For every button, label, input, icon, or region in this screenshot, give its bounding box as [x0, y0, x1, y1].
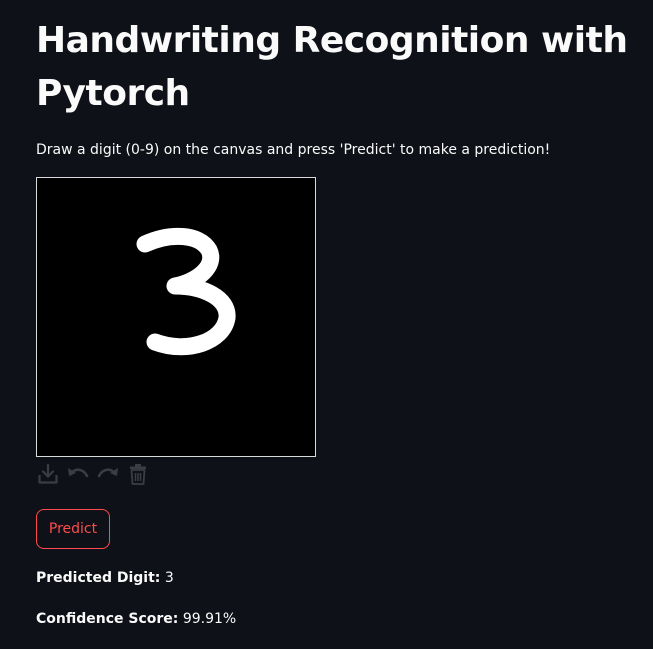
predicted-digit-line: Predicted Digit: 3 — [36, 568, 174, 588]
confidence-score-line: Confidence Score: 99.91% — [36, 609, 236, 629]
predicted-digit-label: Predicted Digit: — [36, 570, 161, 586]
redo-icon[interactable] — [96, 462, 120, 486]
page-subtitle: Draw a digit (0-9) on the canvas and pre… — [36, 142, 551, 158]
drawing-canvas[interactable] — [36, 177, 316, 457]
confidence-score-value: 99.91% — [182, 611, 237, 627]
undo-icon[interactable] — [66, 462, 90, 486]
download-icon[interactable] — [36, 462, 60, 486]
predict-button[interactable]: Predict — [36, 509, 110, 549]
drawn-digit-stroke — [136, 227, 236, 356]
page-title: Handwriting Recognition with Pytorch — [36, 20, 628, 114]
trash-icon[interactable] — [126, 462, 150, 486]
canvas-toolbar — [36, 462, 150, 486]
confidence-score-label: Confidence Score: — [36, 611, 179, 627]
predicted-digit-value: 3 — [164, 570, 174, 586]
